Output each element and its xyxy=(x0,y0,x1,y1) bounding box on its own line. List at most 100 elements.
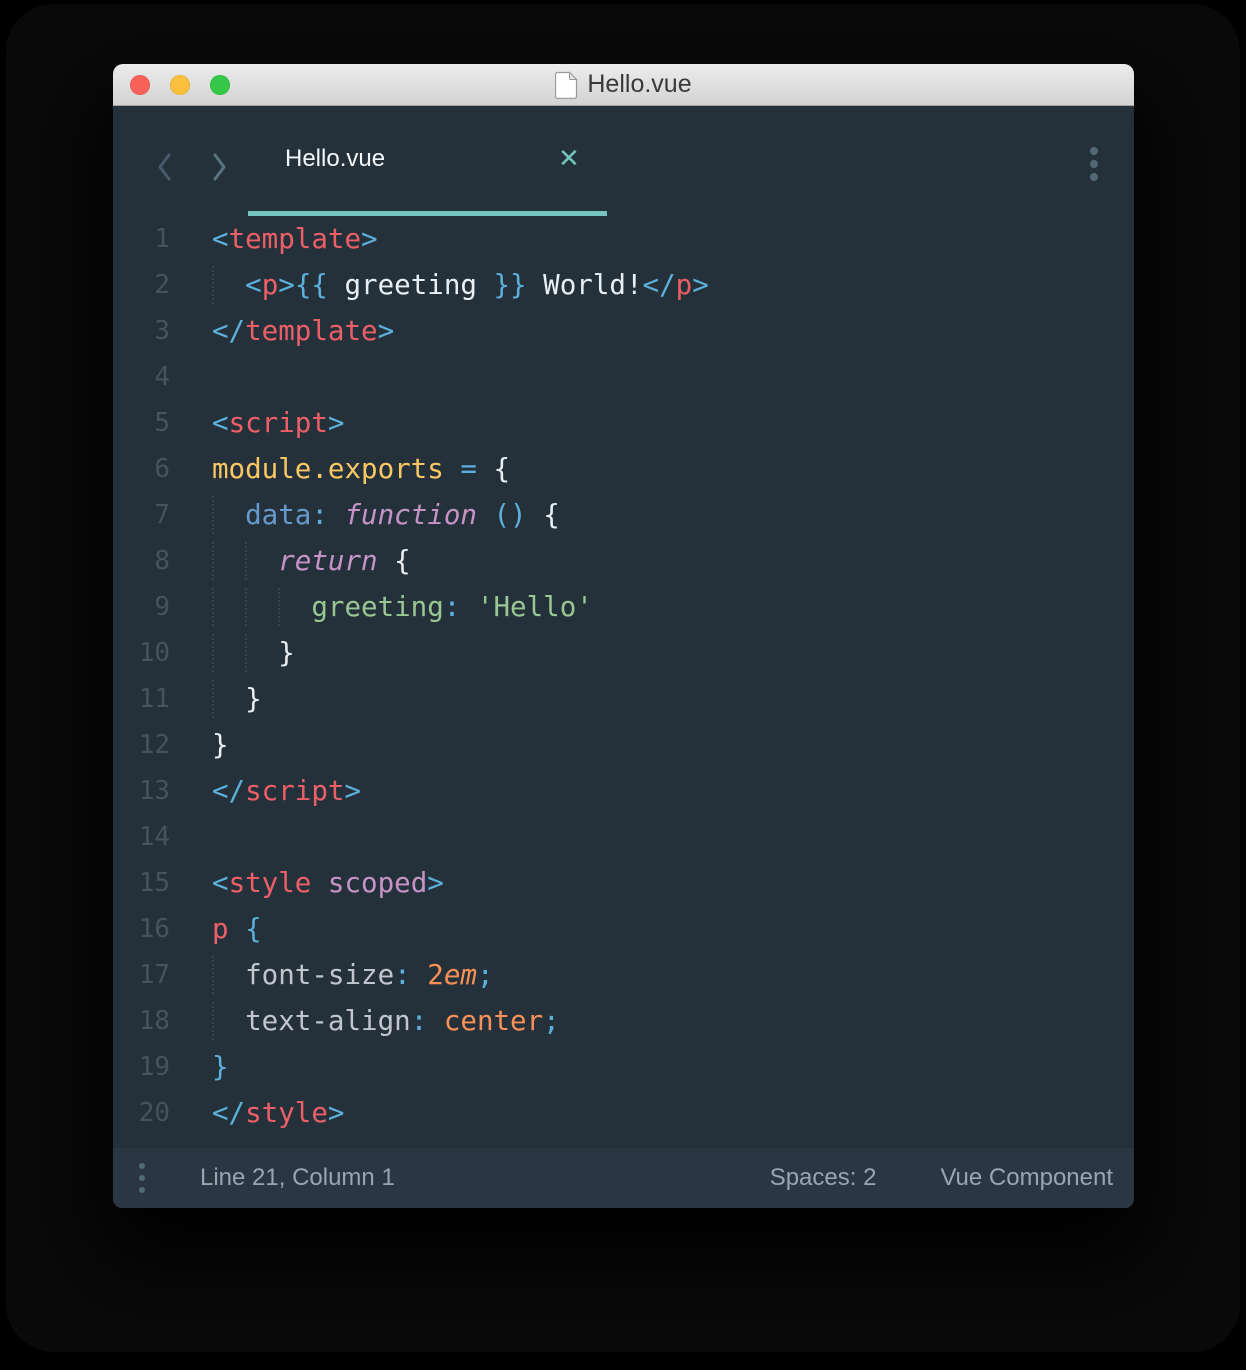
line-number: 1 xyxy=(113,216,170,262)
code-line[interactable]: 17 font-size: 2em; xyxy=(113,952,1134,998)
code-token: { xyxy=(543,499,560,531)
indent-guide-line xyxy=(212,956,214,994)
code-token: data xyxy=(245,499,311,531)
code-line[interactable]: 19} xyxy=(113,1044,1134,1090)
line-number: 5 xyxy=(113,400,170,446)
code-line[interactable]: 1<template> xyxy=(113,216,1134,262)
code-token: p xyxy=(212,913,229,945)
code-token: module.exports xyxy=(212,453,444,485)
line-number: 8 xyxy=(113,538,170,584)
code-token: : xyxy=(411,1005,428,1037)
code-line[interactable]: 10 } xyxy=(113,630,1134,676)
code-token: center xyxy=(444,1005,543,1037)
code-line[interactable]: 14 xyxy=(113,814,1134,860)
code-text: } xyxy=(212,1044,229,1090)
code-token: () xyxy=(494,499,527,531)
line-number: 19 xyxy=(113,1044,170,1090)
tab-close-icon[interactable]: ✕ xyxy=(558,106,580,211)
code-line[interactable]: 20</style> xyxy=(113,1090,1134,1136)
code-token: < xyxy=(245,269,262,301)
code-token: template xyxy=(245,315,377,347)
code-token: script xyxy=(229,407,328,439)
code-token: : xyxy=(444,591,461,623)
code-token: > xyxy=(361,223,378,255)
code-token xyxy=(411,959,428,991)
statusbar: Line 21, Column 1 Spaces: 2 Vue Componen… xyxy=(113,1148,1134,1208)
code-token: < xyxy=(212,223,229,255)
code-line[interactable]: 8 return { xyxy=(113,538,1134,584)
code-token: } xyxy=(212,1051,229,1083)
code-token: </ xyxy=(212,775,245,807)
code-line[interactable]: 2 <p>{{ greeting }} World!</p> xyxy=(113,262,1134,308)
code-text: </style> xyxy=(212,1090,344,1136)
code-line[interactable]: 12} xyxy=(113,722,1134,768)
code-token: < xyxy=(212,867,229,899)
code-text: <p>{{ greeting }} World!</p> xyxy=(212,262,709,308)
code-token: { xyxy=(245,913,262,945)
code-token: em xyxy=(444,959,477,991)
code-line[interactable]: 6module.exports = { xyxy=(113,446,1134,492)
code-token xyxy=(212,1005,245,1037)
code-text: return { xyxy=(212,538,411,584)
code-token: font-size xyxy=(245,959,394,991)
traffic-light-close-button[interactable] xyxy=(130,75,150,95)
syntax-mode-label[interactable]: Vue Component xyxy=(940,1164,1113,1192)
tab-overflow-menu-icon[interactable] xyxy=(1090,147,1098,181)
indent-setting-label[interactable]: Spaces: 2 xyxy=(770,1164,877,1192)
indent-guide-line xyxy=(278,588,280,626)
line-number: 14 xyxy=(113,814,170,860)
code-token: { xyxy=(394,545,411,577)
code-token xyxy=(477,453,494,485)
code-token: < xyxy=(212,407,229,439)
line-number: 3 xyxy=(113,308,170,354)
line-number: 6 xyxy=(113,446,170,492)
code-token: > xyxy=(278,269,295,301)
line-number: 7 xyxy=(113,492,170,538)
code-line[interactable]: 13</script> xyxy=(113,768,1134,814)
traffic-light-zoom-button[interactable] xyxy=(210,75,230,95)
code-line[interactable]: 18 text-align: center; xyxy=(113,998,1134,1044)
code-line[interactable]: 15<style scoped> xyxy=(113,860,1134,906)
tab-label: Hello.vue xyxy=(285,106,385,211)
code-editor[interactable]: 1<template>2 <p>{{ greeting }} World!</p… xyxy=(113,216,1134,1148)
code-token: ; xyxy=(477,959,494,991)
chevron-left-icon[interactable] xyxy=(156,146,174,188)
code-text: greeting: 'Hello' xyxy=(212,584,593,630)
code-token: > xyxy=(328,407,345,439)
code-line[interactable]: 5 <script> xyxy=(113,400,1134,446)
status-menu-icon[interactable] xyxy=(139,1163,145,1193)
code-line[interactable]: 3</template> xyxy=(113,308,1134,354)
indent-guide-line xyxy=(245,542,247,580)
cursor-position-label: Line 21, Column 1 xyxy=(200,1164,395,1192)
traffic-light-minimize-button[interactable] xyxy=(170,75,190,95)
code-token: ; xyxy=(543,1005,560,1037)
code-token: script xyxy=(245,775,344,807)
chevron-right-icon[interactable] xyxy=(210,146,228,188)
code-line[interactable]: 16p { xyxy=(113,906,1134,952)
code-token: World! xyxy=(527,269,643,301)
code-token: > xyxy=(328,1097,345,1129)
editor-window: Hello.vue Hello.vue ✕ 1<template>2 <p>{{… xyxy=(113,64,1134,1208)
indent-guide-line xyxy=(212,680,214,718)
indent-guide-line xyxy=(212,496,214,534)
code-text: } xyxy=(212,676,262,722)
titlebar[interactable]: Hello.vue xyxy=(113,64,1134,106)
code-line[interactable]: 9 greeting: 'Hello' xyxy=(113,584,1134,630)
code-token: }} xyxy=(494,269,527,301)
code-token: {{ xyxy=(295,269,345,301)
tab-hello-vue[interactable]: Hello.vue ✕ xyxy=(248,106,607,216)
code-token xyxy=(378,545,395,577)
indent-guide-line xyxy=(212,634,214,672)
line-number: 10 xyxy=(113,630,170,676)
indent-guide-line xyxy=(245,634,247,672)
code-token: function xyxy=(344,499,476,531)
code-line[interactable]: 11 } xyxy=(113,676,1134,722)
code-line[interactable]: 4 xyxy=(113,354,1134,400)
indent-guide-line xyxy=(212,542,214,580)
code-line[interactable]: 7 data: function () { xyxy=(113,492,1134,538)
code-token: 2 xyxy=(427,959,444,991)
code-token xyxy=(444,453,461,485)
code-text: p { xyxy=(212,906,262,952)
code-token: 'Hello' xyxy=(477,591,593,623)
code-token xyxy=(527,499,544,531)
